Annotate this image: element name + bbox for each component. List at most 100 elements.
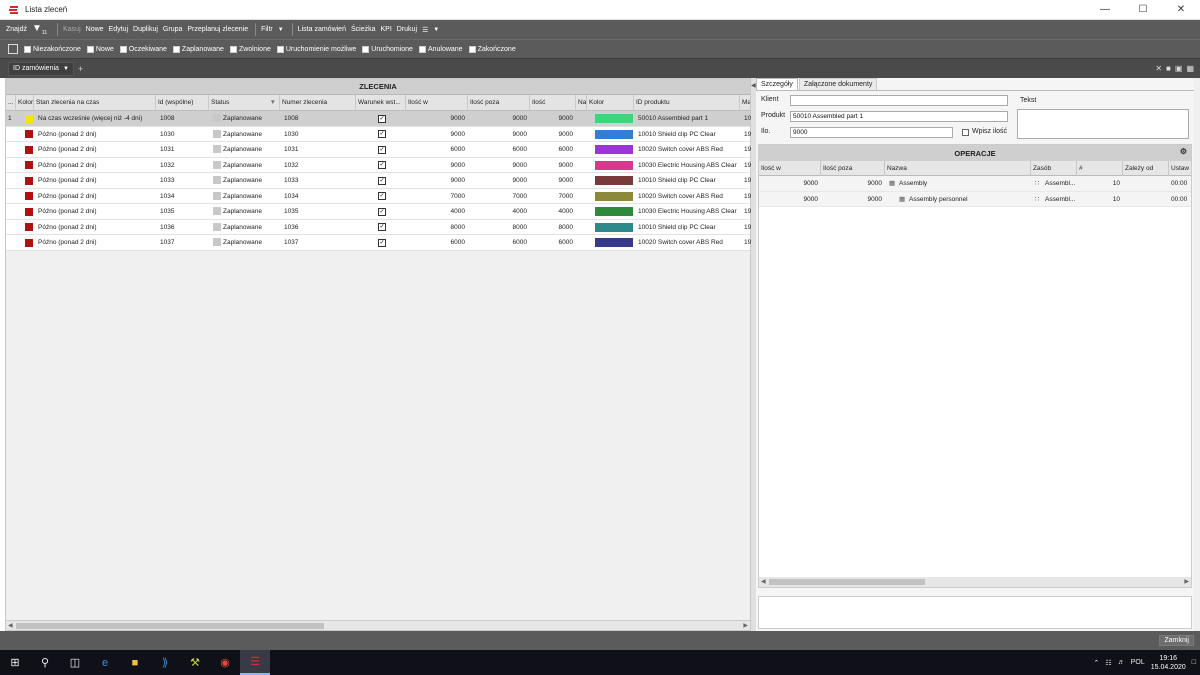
chevron-down-icon[interactable]: ▼ <box>278 27 284 33</box>
windows-start-icon[interactable]: ⊞ <box>0 650 30 675</box>
file-explorer-icon[interactable]: ■ <box>120 650 150 675</box>
col-header-numer[interactable]: Numer zlecenia <box>280 95 356 111</box>
table-row[interactable]: Późno (ponad 2 dni) 1035 Zaplanowane 1035 ✓ 4… <box>6 204 752 220</box>
table-row[interactable]: 9000 9000 ▦ Assembly personnel ∷ Assembl... 10… <box>759 191 1191 207</box>
produkt-field[interactable]: 50010 Assembled part 1 <box>790 111 1008 122</box>
scroll-right-icon[interactable]: ▶ <box>1184 577 1189 587</box>
network-icon[interactable]: ☷ <box>1105 659 1111 667</box>
checkbox[interactable] <box>24 45 31 53</box>
maximize-button[interactable]: ☐ <box>1124 0 1162 20</box>
checkbox[interactable] <box>86 45 94 53</box>
filter-nowe[interactable]: Nowe <box>86 45 114 53</box>
edit-button[interactable]: Edytuj <box>109 26 128 33</box>
language-indicator[interactable]: POL <box>1131 659 1145 666</box>
tab-zalaczone-dokumenty[interactable]: Załączone dokumenty <box>798 78 878 90</box>
col-header-na[interactable]: Na... <box>576 95 587 111</box>
warunek-checkbox[interactable]: ✓ <box>378 114 386 123</box>
warunek-checkbox[interactable]: ✓ <box>378 176 386 185</box>
clock[interactable]: 19:16 15.04.2020 <box>1151 654 1186 672</box>
duplicate-button[interactable]: Duplikuj <box>133 26 158 33</box>
table-row[interactable]: Późno (ponad 2 dni) 1031 Zaplanowane 1031 ✓ 6… <box>6 142 752 158</box>
scroll-left-icon[interactable]: ◀ <box>761 577 766 587</box>
settings-icon[interactable]: ▦ <box>1186 64 1194 73</box>
add-group-icon[interactable]: + <box>78 64 83 74</box>
table-row[interactable]: 1 Na czas wcześnie (więcej niż -4 dni) 100… <box>6 111 752 127</box>
scroll-thumb[interactable] <box>769 579 925 585</box>
filter-icon[interactable]: ▼11 <box>32 23 47 36</box>
checkbox[interactable] <box>172 45 180 53</box>
warunek-checkbox[interactable]: ✓ <box>378 145 386 154</box>
op-col-hash[interactable]: # <box>1077 161 1123 176</box>
right-edge-scrollbar[interactable] <box>1194 78 1200 631</box>
checkbox[interactable] <box>229 45 237 53</box>
task-view-icon[interactable]: ◫ <box>60 650 90 675</box>
close-button[interactable]: ✕ <box>1162 0 1200 20</box>
tool-app-icon[interactable]: ⚒ <box>180 650 210 675</box>
active-app-icon[interactable]: ☰ <box>240 650 270 675</box>
warunek-checkbox[interactable]: ✓ <box>378 192 386 200</box>
scroll-left-icon[interactable]: ◀ <box>8 621 13 631</box>
klient-field[interactable] <box>790 95 1008 106</box>
reschedule-button[interactable]: Przeplanuj zlecenie <box>187 26 248 33</box>
table-row[interactable]: Późno (ponad 2 dni) 1030 Zaplanowane 1030 ✓ 9… <box>6 126 752 142</box>
new-button[interactable]: Nowe <box>86 26 104 33</box>
warunek-checkbox[interactable]: ✓ <box>378 238 386 247</box>
warunek-checkbox[interactable]: ✓ <box>378 130 386 138</box>
checkbox[interactable] <box>418 45 426 53</box>
op-col-zalezy[interactable]: Zależy od <box>1123 161 1169 176</box>
col-header-ilosc-poza[interactable]: Ilość poza <box>468 95 530 111</box>
edge-browser-icon[interactable]: e <box>90 650 120 675</box>
notes-area[interactable] <box>758 596 1192 629</box>
table-row[interactable]: Późno (ponad 2 dni) 1032 Zaplanowane 1032 ✓ 9… <box>6 157 752 173</box>
filter-zwolnione[interactable]: Zwolnione <box>229 45 271 53</box>
table-row[interactable]: Późno (ponad 2 dni) 1037 Zaplanowane 1037 ✓ 6… <box>6 235 752 251</box>
filter-zaplanowane[interactable]: Zaplanowane <box>172 45 224 53</box>
operations-horizontal-scrollbar[interactable]: ◀ ▶ <box>759 577 1191 587</box>
table-row[interactable]: Późno (ponad 2 dni) 1033 Zaplanowane 1033 ✓ 9… <box>6 173 752 189</box>
filter-oczekiwane[interactable]: Oczekiwane <box>119 45 167 53</box>
orders-horizontal-scrollbar[interactable]: ◀ ▶ <box>6 620 750 630</box>
vscode-icon[interactable]: ⟫ <box>150 650 180 675</box>
filter-uruchomienie-mozliwe[interactable]: Uruchomienie możliwe <box>276 45 356 53</box>
col-header-status[interactable]: Status ▼ <box>209 95 280 111</box>
close-window-button[interactable]: Zamknij <box>1159 635 1194 646</box>
checkbox[interactable] <box>468 45 476 53</box>
col-header-produkt[interactable]: ID produktu <box>634 95 740 111</box>
find-button[interactable]: Znajdź <box>6 26 27 33</box>
kpi-button[interactable]: KPI <box>380 26 391 33</box>
save-icon[interactable]: ■ <box>1166 64 1171 73</box>
filter-menu-button[interactable]: Filtr <box>261 26 273 33</box>
op-col-ustaw[interactable]: Ustaw <box>1169 161 1191 176</box>
filter-select-icon[interactable] <box>8 44 18 54</box>
col-header-warunek[interactable]: Warunek wst... <box>356 95 406 111</box>
filter-niezakonczone[interactable]: Niezakończone <box>24 45 81 53</box>
order-list-button[interactable]: Lista zamówień <box>298 26 346 33</box>
warunek-checkbox[interactable]: ✓ <box>378 223 386 231</box>
checkbox[interactable] <box>119 45 127 53</box>
filter-zakonczone[interactable]: Zakończone <box>468 45 516 53</box>
search-icon[interactable]: ⚲ <box>30 650 60 675</box>
collapse-left-icon[interactable]: ◀ <box>751 82 756 89</box>
chrome-icon[interactable]: ◉ <box>210 650 240 675</box>
scroll-right-icon[interactable]: ▶ <box>743 621 748 631</box>
op-col-nazwa[interactable]: Nazwa <box>885 161 1031 176</box>
minimize-button[interactable]: — <box>1086 0 1124 20</box>
op-col-zasob[interactable]: Zasób <box>1031 161 1077 176</box>
checkbox[interactable] <box>276 45 284 53</box>
warunek-checkbox[interactable]: ✓ <box>378 161 386 169</box>
col-header-id[interactable]: Id (wspólne) <box>156 95 209 111</box>
hierarchy-icon[interactable]: ☰ <box>422 26 428 34</box>
col-header-stan[interactable]: Stan zlecenia na czas <box>34 95 156 111</box>
delete-button[interactable]: Kasuj <box>63 26 81 33</box>
group-chip-order-id[interactable]: ID zamówienia ▼ <box>8 61 74 76</box>
wpisz-ilosc-checkbox[interactable] <box>962 129 969 136</box>
gear-icon[interactable]: ⚙ <box>1180 147 1187 156</box>
col-header-ilosc-w[interactable]: Ilość w <box>406 95 468 111</box>
col-header-kolor[interactable]: Kolor <box>16 95 34 111</box>
filter-uruchomione[interactable]: Uruchomione <box>362 45 413 53</box>
chevron-down-icon[interactable]: ▼ <box>63 66 69 72</box>
warunek-checkbox[interactable]: ✓ <box>378 207 386 216</box>
scroll-thumb[interactable] <box>16 623 324 629</box>
load-icon[interactable]: ▣ <box>1175 64 1183 73</box>
print-button[interactable]: Drukuj <box>397 26 417 33</box>
